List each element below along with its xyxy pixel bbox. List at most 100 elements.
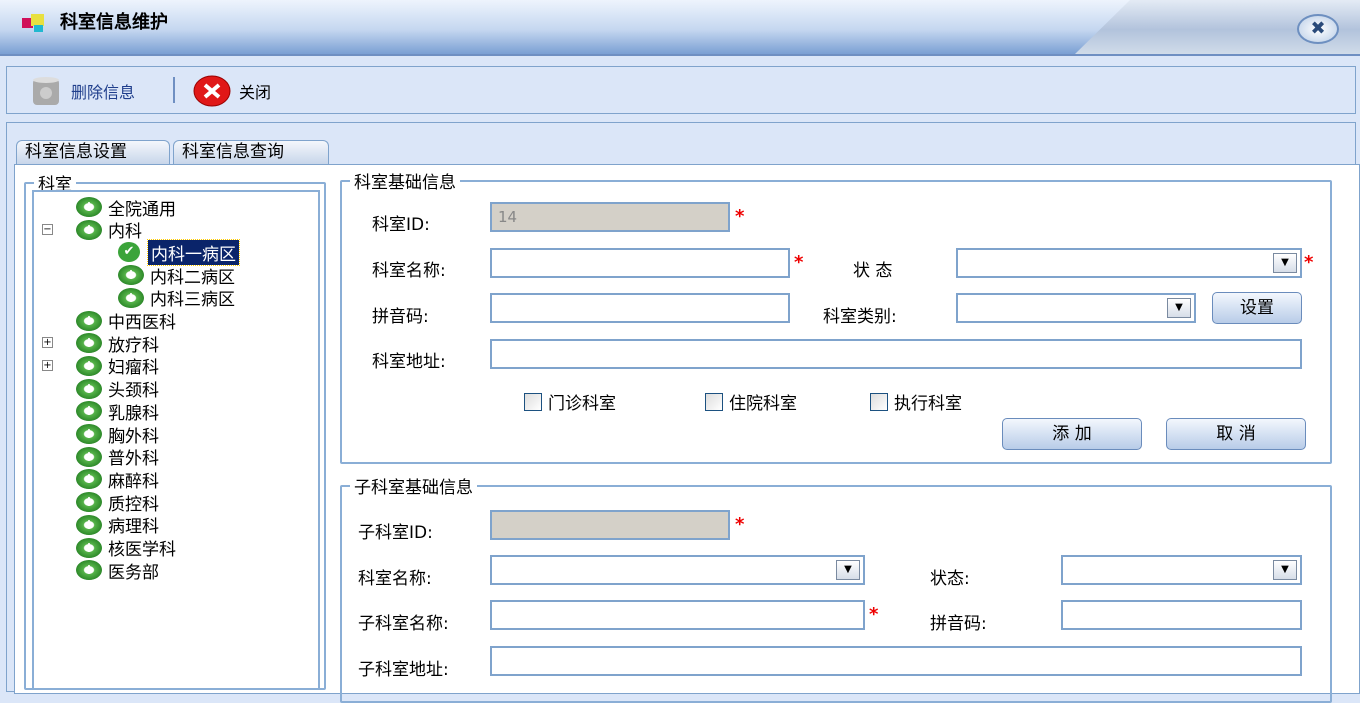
executive-checkbox[interactable]: 执行科室 [870,389,962,414]
required-marker: * [735,206,745,227]
tree-node-label: 麻醉科 [108,471,159,492]
tree-node-label: 放疗科 [108,335,159,356]
dept-plus-icon: + [76,424,102,444]
expand-toggle[interactable]: + [42,359,53,371]
sub-id-field[interactable] [490,510,730,540]
sub-status-label: 状态: [930,569,970,589]
chevron-down-icon: ▼ [1273,560,1297,580]
required-marker: * [869,604,879,625]
sub-id-label: 子科室ID: [358,523,433,543]
sub-pinyin-label: 拼音码: [930,614,987,634]
sub-address-field[interactable] [490,646,1302,676]
expand-toggle[interactable]: + [42,337,53,349]
toolbar: 删除信息 关闭 [6,66,1356,114]
check-icon: ✔ [118,242,140,263]
tree-node-label: 头颈科 [108,381,159,402]
tab-dept-query[interactable]: 科室信息查询 [173,140,329,164]
required-marker: * [1304,252,1314,273]
dept-plus-icon: + [76,492,102,513]
tree-node[interactable]: + 乳腺科 [76,400,159,424]
checkbox-box [705,392,723,411]
dept-id-field[interactable]: 14 [490,202,730,232]
sub-info-legend: 子科室基础信息 [354,478,473,498]
tree-node-label: 全院通用 [108,199,176,220]
tree-node[interactable]: + 头颈科 [76,378,159,402]
toolbar-divider [173,77,175,103]
dept-plus-icon: + [76,310,102,331]
sub-pinyin-field[interactable] [1061,600,1302,630]
delete-label: 删除信息 [71,83,136,102]
tree-node[interactable]: + 医务部 [76,559,159,583]
tree-node-label: 内科三病区 [150,290,235,311]
tree-node[interactable]: ✔ 内科一病区 [118,238,240,266]
close-button[interactable]: 关闭 [193,75,271,107]
window-close-button[interactable]: ✖ [1297,14,1339,44]
sub-address-label: 子科室地址: [358,660,449,680]
tree-node-label: 中西医科 [108,313,176,333]
dept-plus-icon: + [118,287,144,308]
dept-plus-icon: + [76,446,102,467]
sub-dept-dropdown[interactable]: ▼ [490,555,865,585]
address-field[interactable] [490,339,1302,369]
tree-node[interactable]: + 普外科 [76,446,159,470]
tree-node[interactable]: + 麻醉科 [76,468,159,492]
checkbox-label: 住院科室 [729,394,797,414]
tree-node[interactable]: + 质控科 [76,491,159,515]
tab-dept-settings[interactable]: 科室信息设置 [16,140,170,164]
category-dropdown[interactable]: ▼ [956,293,1196,323]
sub-name-field[interactable] [490,600,865,630]
collapse-toggle[interactable]: − [42,223,53,235]
sub-status-dropdown[interactable]: ▼ [1061,555,1302,585]
dept-plus-icon: + [76,469,102,490]
dept-plus-icon: + [76,197,102,217]
tree-node[interactable]: + 放疗科 [76,332,159,356]
sub-dept-label: 科室名称: [358,569,432,589]
tree-node-label: 胸外科 [108,426,159,447]
checkbox-label: 执行科室 [894,394,962,414]
outpatient-checkbox[interactable]: 门诊科室 [524,389,616,414]
red-close-icon [193,75,231,107]
category-label: 科室类别: [823,307,897,327]
title-bar: 科室信息维护 ✖ [0,0,1360,56]
required-marker: * [794,252,804,273]
tree-node[interactable]: + 核医学科 [76,537,176,560]
checkbox-box [524,392,542,411]
tree-node[interactable]: + 中西医科 [76,310,176,333]
status-label: 状 态 [853,261,893,281]
tree-node-label: 内科一病区 [147,238,240,266]
tree-node-label: 妇瘤科 [108,358,159,379]
tree-node[interactable]: + 病理科 [76,514,159,538]
tree-node-label: 内科二病区 [150,267,235,288]
chevron-down-icon: ▼ [1273,253,1297,273]
dept-plus-icon: + [76,537,102,558]
dept-plus-icon: + [76,355,102,376]
tree-node[interactable]: + 内科 [76,219,142,243]
dept-tree: + 全院通用 + 内科 − ✔ 内科一病区 + 内科二病区 + 内科三病区 + 中西医科 + 放疗科 + + 妇瘤… [32,190,320,690]
tree-node[interactable]: + 妇瘤科 [76,355,159,379]
app-logo-icon [22,14,44,32]
status-dropdown[interactable]: ▼ [956,248,1302,278]
tree-node-label: 核医学科 [108,540,176,560]
tree-node[interactable]: + 内科二病区 [118,264,235,288]
dept-plus-icon: + [76,378,102,399]
dept-plus-icon: + [118,265,144,286]
pinyin-field[interactable] [490,293,790,323]
tree-node-label: 内科 [108,222,142,243]
pinyin-label: 拼音码: [372,307,429,327]
tree-node-label: 普外科 [108,449,159,470]
settings-button[interactable]: 设置 [1212,292,1302,324]
tree-node[interactable]: + 内科三病区 [118,287,235,311]
basic-info-legend: 科室基础信息 [354,173,456,193]
tree-node[interactable]: + 胸外科 [76,423,159,447]
tree-node[interactable]: + 全院通用 [76,196,176,220]
cancel-button[interactable]: 取 消 [1166,418,1306,450]
tree-node-label: 病理科 [108,517,159,538]
dept-plus-icon: + [76,333,102,354]
tree-node-label: 乳腺科 [108,403,159,424]
inpatient-checkbox[interactable]: 住院科室 [705,389,797,414]
dept-name-field[interactable] [490,248,790,278]
delete-button[interactable]: 删除信息 [29,75,135,107]
add-button[interactable]: 添 加 [1002,418,1142,450]
required-marker: * [735,514,745,535]
address-label: 科室地址: [372,352,446,372]
